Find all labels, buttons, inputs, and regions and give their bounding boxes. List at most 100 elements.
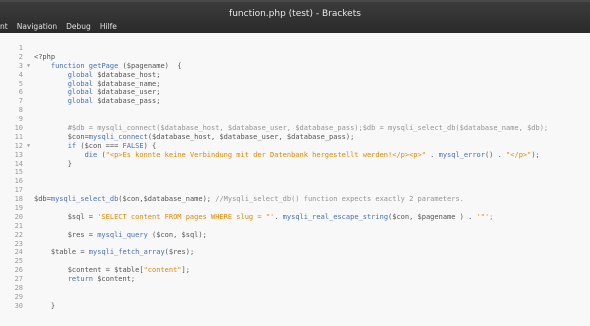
line-number-text: 2 <box>18 52 23 61</box>
code-token: global <box>34 88 98 97</box>
code-line[interactable] <box>34 168 584 177</box>
code-line[interactable]: global $database_user; <box>34 88 584 97</box>
code-token: global <box>34 79 98 88</box>
line-number: 10 <box>0 124 30 133</box>
line-number-text: 26 <box>14 266 23 275</box>
code-token: ($res); <box>164 248 195 257</box>
line-number: 1 <box>0 44 30 53</box>
code-line[interactable] <box>34 284 584 293</box>
code-line[interactable]: $res = mysqli_query ($con, $sql); <box>34 231 584 240</box>
line-number: 25 <box>0 257 30 266</box>
code-line[interactable] <box>34 115 584 124</box>
code-line[interactable]: die ("<p>Es konnte keine Verbindung mit … <box>34 151 584 160</box>
code-token: $database_user; <box>97 88 161 97</box>
line-number-text: 9 <box>18 115 23 124</box>
fold-toggle-icon[interactable]: ▼ <box>27 142 30 151</box>
code-token: mysqli_connect <box>88 132 148 141</box>
code-token: $content = $table[ <box>34 266 144 275</box>
line-number: 9 <box>0 115 30 124</box>
menu-item-partial[interactable]: nt <box>0 20 8 33</box>
code-token: if <box>34 141 81 150</box>
line-number-text: 30 <box>14 301 23 310</box>
code-editor[interactable]: 1 2 3 ▼ 4 5 6 7 8 9 10 11 12 ▼ 13 14 15 16 17 18 19 20 21 22 23 2… <box>0 33 590 326</box>
code-line[interactable] <box>34 293 584 302</box>
line-number-text: 10 <box>14 124 23 133</box>
code-token: $table = <box>34 248 89 257</box>
line-number-text: 29 <box>14 292 23 301</box>
fold-toggle-icon[interactable]: ▼ <box>27 62 30 71</box>
code-line[interactable]: #$db = mysqli_connect($database_host, $d… <box>34 124 584 133</box>
line-number: 13 <box>0 151 30 160</box>
line-number-text: 5 <box>18 79 23 88</box>
code-line[interactable] <box>34 44 584 53</box>
code-token: } <box>34 159 72 168</box>
line-number-text: 27 <box>14 275 23 284</box>
menu-item-hilfe[interactable]: Hilfe <box>100 20 117 33</box>
line-number-gutter: 1 2 3 ▼ 4 5 6 7 8 9 10 11 12 ▼ 13 14 15 16 17 18 19 20 21 22 23 2… <box>0 44 30 311</box>
code-token: mysql_error <box>438 150 485 159</box>
line-number-text: 21 <box>14 221 23 230</box>
line-number: 6 <box>0 88 30 97</box>
code-line[interactable]: global $database_name; <box>34 80 584 89</box>
code-line[interactable] <box>34 240 584 249</box>
code-line[interactable] <box>34 177 584 186</box>
window-title: function.php (test) - Brackets <box>229 9 361 19</box>
code-token: $res = <box>34 230 98 239</box>
code-line[interactable] <box>34 257 584 266</box>
code-line[interactable]: <?php <box>34 53 584 62</box>
code-line[interactable]: } <box>34 160 584 169</box>
line-number-text: 20 <box>14 212 23 221</box>
code-token: mysqli_real_escape_string <box>282 212 389 221</box>
line-number-text: 25 <box>14 257 23 266</box>
line-number: 7 <box>0 97 30 106</box>
code-line[interactable]: function getPage ($pagename) { <box>34 62 584 71</box>
line-number-text: 19 <box>14 204 23 213</box>
line-number-text: 28 <box>14 284 23 293</box>
code-line[interactable] <box>34 106 584 115</box>
window-titlebar: function.php (test) - Brackets nt Naviga… <box>0 0 590 33</box>
code-area[interactable]: <?php function getPage ($pagename) { glo… <box>34 44 584 311</box>
code-line[interactable]: $content = $table["content"]; <box>34 266 584 275</box>
line-number: 5 <box>0 80 30 89</box>
code-line[interactable] <box>34 204 584 213</box>
code-line[interactable]: global $database_host; <box>34 71 584 80</box>
code-line[interactable] <box>34 222 584 231</box>
line-number-text: 8 <box>18 106 23 115</box>
line-number-text: 7 <box>18 97 23 106</box>
code-line[interactable]: global $database_pass; <box>34 97 584 106</box>
code-token: ($pagename) { <box>118 61 182 70</box>
line-number-text: 15 <box>14 168 23 177</box>
line-number: 29 <box>0 293 30 302</box>
code-token: $database_name; <box>97 79 161 88</box>
code-token: $sql = <box>34 212 98 221</box>
line-number-text: 22 <box>14 230 23 239</box>
line-number-text: 23 <box>14 239 23 248</box>
menu-item-navigation[interactable]: Navigation <box>17 20 57 33</box>
line-number: 22 <box>0 231 30 240</box>
line-number-text: 12 <box>14 141 23 150</box>
code-line[interactable]: $con=mysqli_connect($database_host, $dat… <box>34 133 584 142</box>
line-number-text: 18 <box>14 195 23 204</box>
line-number-text: 3 <box>18 61 23 70</box>
menu-item-debug[interactable]: Debug <box>66 20 91 33</box>
line-number: 8 <box>0 106 30 115</box>
code-line[interactable]: return $content; <box>34 275 584 284</box>
code-token: ($con === <box>80 141 123 150</box>
code-line[interactable] <box>34 186 584 195</box>
code-token: ($database_host, $database_user, $databa… <box>147 132 355 141</box>
code-line[interactable]: $sql = 'SELECT content FROM pages WHERE … <box>34 213 584 222</box>
line-number: 17 <box>0 186 30 195</box>
code-token: return <box>34 275 98 284</box>
line-number: 23 <box>0 240 30 249</box>
code-line[interactable]: if ($con === FALSE) { <box>34 142 584 151</box>
code-token: () . <box>484 150 507 159</box>
line-number-text: 13 <box>14 150 23 159</box>
code-token: 'SELECT content FROM pages WHERE slug = … <box>97 212 275 221</box>
code-line[interactable]: $db=mysqli_select_db($con,$database_name… <box>34 195 584 204</box>
line-number-text: 11 <box>14 132 23 141</box>
code-token: ($con, $sql); <box>147 230 207 239</box>
code-line[interactable]: } <box>34 302 584 311</box>
code-line[interactable]: $table = mysqli_fetch_array($res); <box>34 248 584 257</box>
code-token: #$db = mysqli_connect($database_host, $d… <box>34 124 549 133</box>
line-number-text: 4 <box>18 70 23 79</box>
